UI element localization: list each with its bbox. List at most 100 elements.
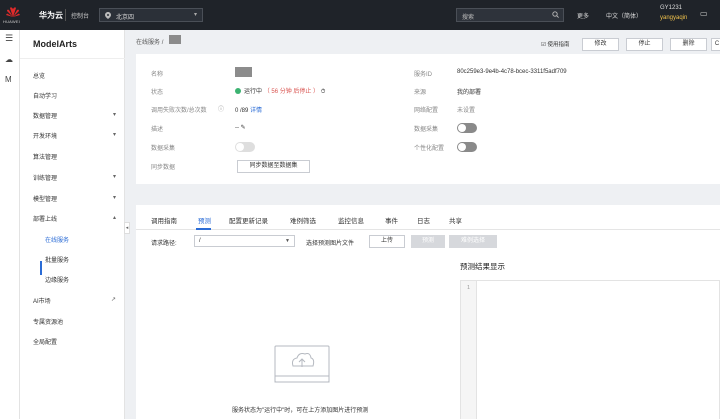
top-navigation-bar: HUAWEI 华为云 控制台 北京四 ▾ 搜索 更多 中文（简体） GY1231… <box>0 0 720 30</box>
tab-share[interactable]: 共享 <box>449 215 462 225</box>
name-label: 名称 <box>151 72 164 78</box>
tabs-divider <box>136 229 720 230</box>
predict-button[interactable]: 预测 <box>411 235 445 248</box>
app-title: ModelArts <box>33 39 78 49</box>
logo-text: HUAWEI <box>3 19 21 24</box>
source-value: 我的部署 <box>457 90 482 96</box>
brand-name[interactable]: 华为云 <box>39 10 63 21</box>
more-menu[interactable]: 更多 <box>577 11 589 20</box>
tab-monitoring[interactable]: 监控信息 <box>338 215 364 225</box>
status-countdown: （ 56 分钟 后停止 ） <box>263 89 320 95</box>
sidebar-item-model[interactable]: 模型管理 <box>33 194 57 203</box>
line-number: 1 <box>467 285 471 291</box>
sync-to-dataset-button[interactable]: 同步数据至数据集 <box>237 160 310 173</box>
sidebar-item-batch-service[interactable]: 批量服务 <box>45 255 69 264</box>
sidebar-item-overview[interactable]: 总览 <box>33 71 45 80</box>
edit-icon[interactable]: ✎ <box>241 125 246 131</box>
search-icon[interactable] <box>552 11 559 20</box>
status-text: 运行中 <box>244 89 263 95</box>
running-status-icon <box>235 88 241 95</box>
description-label: 描述 <box>151 127 164 133</box>
sidebar-item-auto-learning[interactable]: 自动学习 <box>33 91 57 100</box>
calls-label: 调用失败次数/总次数 <box>151 108 207 114</box>
chevron-down-icon[interactable]: ▾ <box>113 131 116 138</box>
region-selector[interactable]: 北京四 ▾ <box>99 8 203 22</box>
clock-icon[interactable]: ⏱ <box>321 89 326 95</box>
divider <box>65 9 66 21</box>
modify-button[interactable]: 修改 <box>582 38 619 51</box>
description-text: -- <box>235 125 239 131</box>
stop-button[interactable]: 停止 <box>626 38 663 51</box>
language-selector[interactable]: 中文（简体） <box>606 11 642 20</box>
sampling-label: 数据采集 <box>151 146 176 152</box>
refresh-button[interactable]: C <box>711 38 720 51</box>
sidebar-item-ai-market[interactable]: AI市场 <box>33 296 51 305</box>
sidebar-item-global-config[interactable]: 全局配置 <box>33 337 57 346</box>
divider <box>20 58 125 59</box>
chevron-down-icon[interactable]: ▾ <box>113 173 116 180</box>
usage-guide-label: 使用指南 <box>547 42 570 48</box>
cloud-upload-icon[interactable] <box>273 342 331 384</box>
sidebar: ModelArts 总览 自动学习 数据管理 ▾ 开发环境 ▾ 算法管理 训练管… <box>20 30 125 419</box>
chevron-down-icon[interactable]: ▾ <box>113 194 116 201</box>
network-value: 未设置 <box>457 108 476 114</box>
cloud-icon[interactable]: ☁ <box>5 55 13 64</box>
tab-logs[interactable]: 日志 <box>417 215 430 225</box>
sidebar-item-dev-env[interactable]: 开发环境 <box>33 131 57 140</box>
collapse-sidebar-icon[interactable]: ◂ <box>124 222 130 234</box>
sidebar-item-online-service[interactable]: 在线服务 <box>45 235 69 244</box>
chevron-down-icon[interactable]: ▾ <box>113 111 116 118</box>
sampling-toggle[interactable] <box>235 142 255 152</box>
upload-button[interactable]: 上传 <box>369 235 405 248</box>
calls-detail-link[interactable]: 详情 <box>250 108 262 114</box>
chevron-down-icon: ▼ <box>285 238 290 244</box>
sidebar-item-data-management[interactable]: 数据管理 <box>33 111 57 120</box>
hard-example-button[interactable]: 难例选择 <box>449 235 497 248</box>
delete-button[interactable]: 删除 <box>670 38 707 51</box>
feedback-icon[interactable]: ▭ <box>700 9 708 18</box>
personal-config-toggle[interactable] <box>457 142 477 152</box>
account-name[interactable]: GY1231 <box>660 5 682 11</box>
result-title: 预测结果显示 <box>460 262 505 271</box>
sync-label: 同步数据 <box>151 165 176 171</box>
service-name-redacted <box>235 67 252 77</box>
network-label: 网络配置 <box>414 108 439 114</box>
sidebar-item-deploy[interactable]: 部署上线 <box>33 214 57 223</box>
breadcrumb: 在线服务 / <box>136 37 163 46</box>
sidebar-item-edge-service[interactable]: 边缘服务 <box>45 275 69 284</box>
external-link-icon[interactable]: ↗ <box>111 296 116 303</box>
request-path-select[interactable]: / ▼ <box>194 235 295 247</box>
chevron-down-icon: ▾ <box>193 12 197 18</box>
personal-config-label: 个性化配置 <box>414 146 445 152</box>
huawei-logo-icon[interactable] <box>6 6 20 18</box>
tab-events[interactable]: 事件 <box>385 215 398 225</box>
tab-hard-example[interactable]: 难例筛选 <box>290 215 316 225</box>
community-watermark: 华为云社区 <box>640 396 690 407</box>
predict-hint: 服务状态为"运行中"时，可在上方添加图片进行预测 <box>232 408 369 414</box>
sidebar-item-training[interactable]: 训练管理 <box>33 173 57 182</box>
service-details-panel: 名称 状态 运行中 （ 56 分钟 后停止 ） ⏱ 调用失败次数/总次数 ⓘ 0… <box>136 54 720 184</box>
console-link[interactable]: 控制台 <box>71 11 89 20</box>
modelarts-icon[interactable]: M <box>5 75 12 84</box>
calls-value: 0 /89 详情 <box>235 105 262 114</box>
request-path-label: 请求路径: <box>151 241 177 247</box>
status-label: 状态 <box>151 90 164 96</box>
username[interactable]: yangyaqin <box>660 15 687 21</box>
status-value: 运行中 （ 56 分钟 后停止 ） ⏱ <box>235 86 325 96</box>
region-label: 北京四 <box>116 15 135 21</box>
menu-icon[interactable]: ☰ <box>5 33 13 44</box>
breadcrumb-parent[interactable]: 在线服务 <box>136 40 160 46</box>
tab-config-history[interactable]: 配置更新记录 <box>229 215 268 225</box>
usage-guide-link[interactable]: ☑ 使用指南 <box>541 40 569 48</box>
tab-call-guide[interactable]: 调用指南 <box>151 215 177 225</box>
search-input[interactable]: 搜索 <box>456 8 564 22</box>
request-path-value: / <box>199 238 201 244</box>
sidebar-item-resource-pool[interactable]: 专属资源池 <box>33 317 63 326</box>
tab-predict[interactable]: 预测 <box>198 215 211 225</box>
calls-count: 0 /89 <box>235 108 249 114</box>
sidebar-item-algorithm[interactable]: 算法管理 <box>33 152 57 161</box>
chevron-up-icon[interactable]: ▴ <box>113 214 116 221</box>
data-collect-toggle[interactable] <box>457 123 477 133</box>
service-id-label: 服务ID <box>414 72 433 78</box>
help-icon[interactable]: ⓘ <box>218 104 224 113</box>
